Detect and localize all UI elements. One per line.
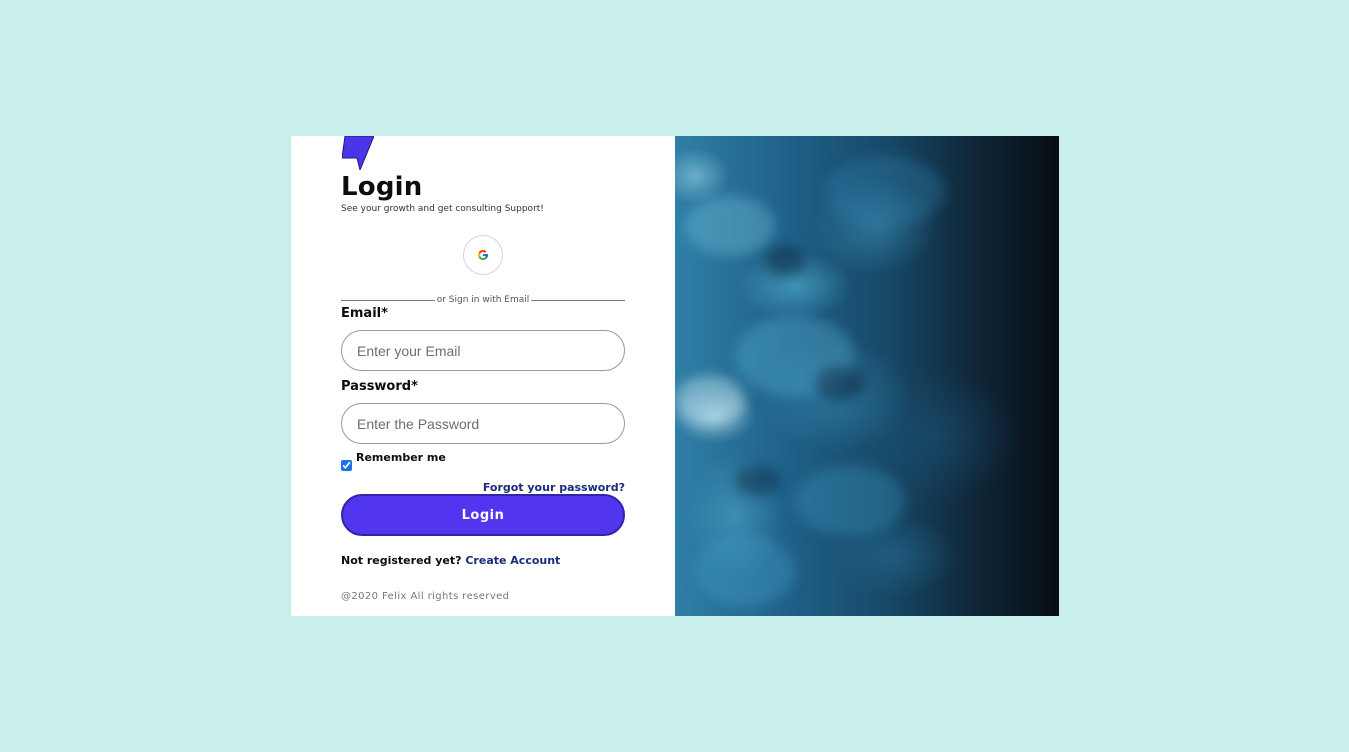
- storm-cloud-image: [675, 136, 1059, 616]
- google-signin-button[interactable]: [463, 235, 503, 275]
- create-account-link[interactable]: Create Account: [465, 554, 560, 567]
- email-divider: or Sign in with Email: [341, 294, 625, 306]
- login-button[interactable]: Login: [341, 494, 625, 536]
- login-panel: Login See your growth and get consulting…: [291, 136, 675, 616]
- forgot-password-link[interactable]: Forgot your password?: [483, 481, 625, 494]
- divider-line-right: [531, 299, 625, 301]
- register-prompt: Not registered yet? Create Account: [341, 554, 560, 567]
- login-card: Login See your growth and get consulting…: [291, 136, 1059, 616]
- remember-me-checkbox[interactable]: [341, 460, 352, 471]
- password-input[interactable]: [341, 403, 625, 444]
- google-g-icon: [478, 250, 488, 260]
- password-label: Password*: [341, 379, 418, 394]
- remember-me-label: Remember me: [356, 451, 446, 464]
- page-subtitle: See your growth and get consulting Suppo…: [341, 204, 544, 214]
- divider-text: or Sign in with Email: [436, 295, 530, 305]
- not-registered-text: Not registered yet?: [341, 554, 462, 567]
- footer-copyright: @2020 Felix All rights reserved: [341, 591, 510, 602]
- email-input[interactable]: [341, 330, 625, 371]
- remember-me-row: Remember me: [341, 451, 641, 476]
- lightning-logo-icon: [342, 136, 374, 170]
- email-label: Email*: [341, 306, 388, 321]
- page-title: Login: [341, 172, 423, 202]
- divider-line-left: [341, 299, 435, 301]
